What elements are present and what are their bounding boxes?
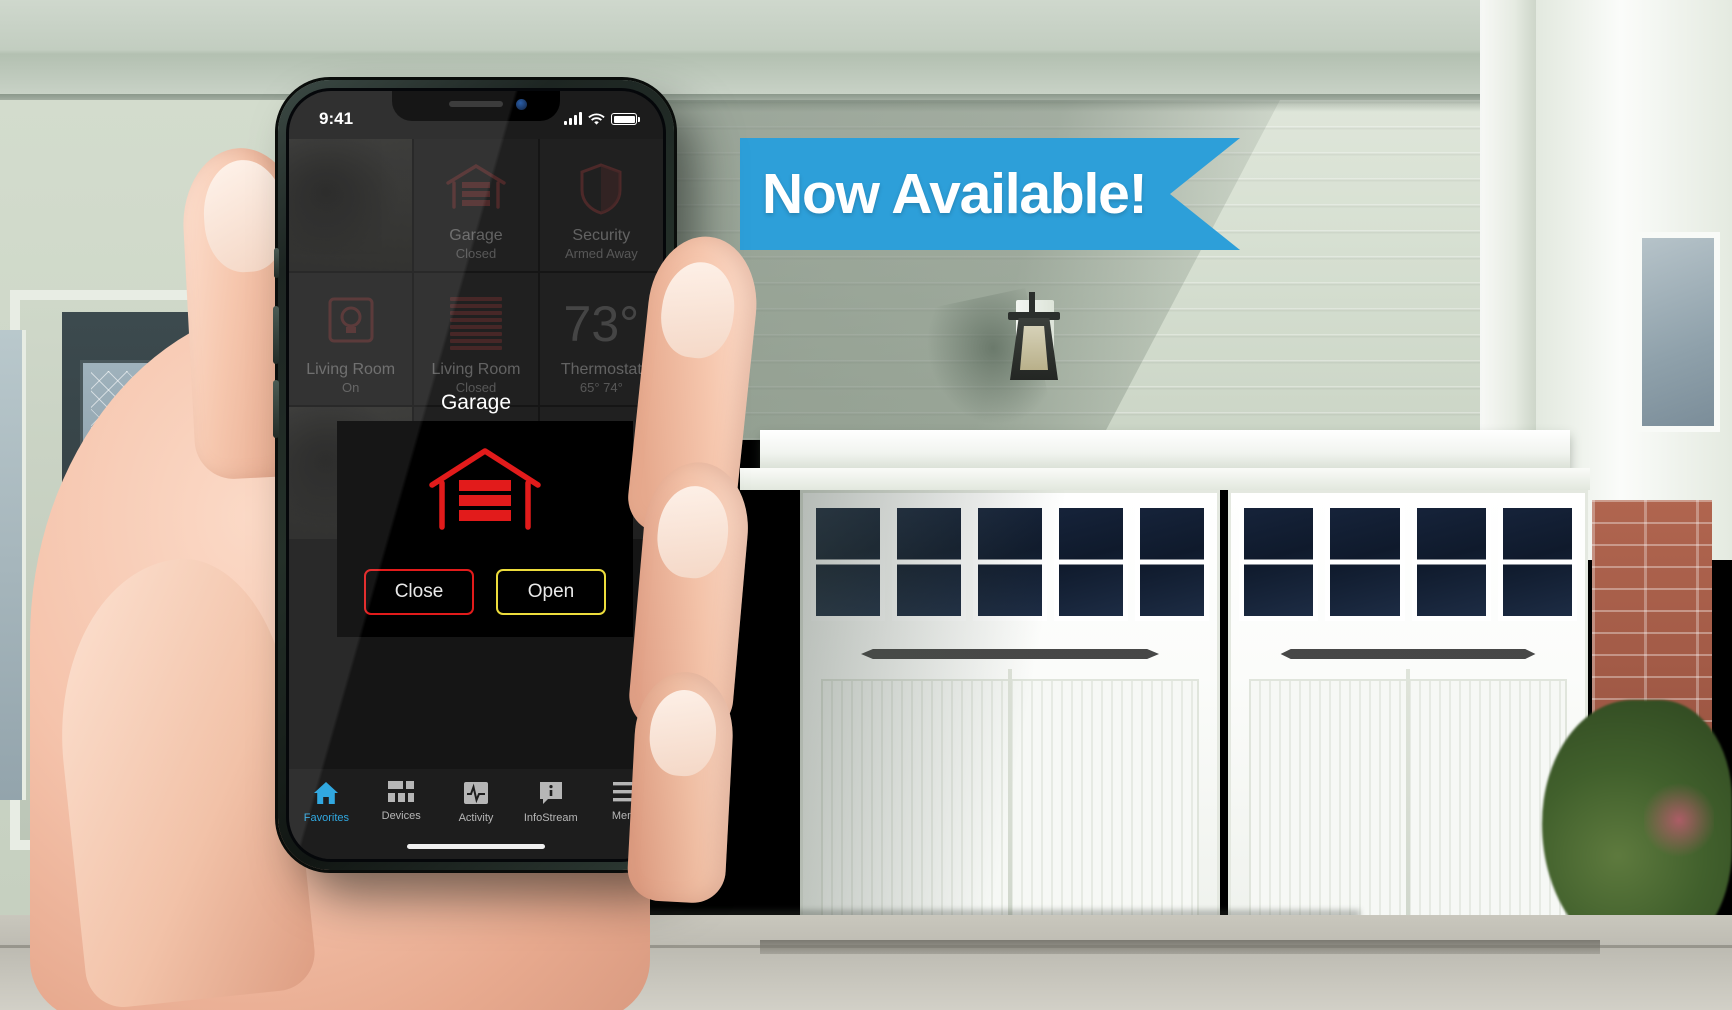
tile-camera-1[interactable]: [289, 139, 413, 271]
signal-bars-icon: [564, 112, 582, 125]
status-indicators: [564, 112, 640, 126]
tile-thermostat[interactable]: 73° Thermostat 65° 74°: [539, 273, 663, 405]
hamburger-icon: [612, 782, 639, 802]
tab-label: Favorites: [303, 812, 350, 824]
tab-favorites[interactable]: Favorites: [289, 781, 364, 824]
sidelight-window: [0, 330, 26, 800]
smartphone: 9:41 Garage Closed Security Armed Away L…: [273, 80, 679, 870]
tile-name: Garage: [449, 227, 503, 244]
mute-switch[interactable]: [274, 248, 279, 278]
tab-devices[interactable]: Devices: [364, 781, 439, 822]
tab-activity[interactable]: Activity: [439, 781, 514, 824]
volume-up-button[interactable]: [273, 306, 279, 364]
garage-window: [1239, 503, 1319, 621]
garage-window: [1411, 503, 1491, 621]
grid-icon: [388, 781, 415, 802]
garage-door-shadow: [800, 490, 1100, 950]
garage-door-icon: [426, 447, 544, 531]
tab-infostream[interactable]: InfoStream: [513, 781, 588, 824]
garage-header-trim: [740, 468, 1590, 490]
modal-buttons: Close Open: [364, 569, 606, 615]
info-bubble-icon: [539, 782, 562, 804]
garage-door-right: [1228, 490, 1588, 950]
wifi-icon: [588, 112, 605, 125]
garage-control-modal: Close Open: [337, 421, 633, 637]
tile-state: Closed: [455, 246, 497, 261]
garage-window-row: [1239, 503, 1577, 621]
garage-door-seam: [1406, 669, 1410, 937]
shrub-blossoms: [1644, 780, 1714, 860]
waveform-icon: [463, 782, 488, 804]
now-available-banner: Now Available!: [740, 138, 1240, 250]
battery-icon: [611, 113, 640, 125]
front-camera-icon: [516, 99, 527, 110]
tile-living-room-blinds[interactable]: Living Room Closed: [414, 273, 538, 405]
garage-door-hardware: [1280, 649, 1536, 659]
modal-title: Garage: [440, 391, 512, 414]
tab-label: Devices: [381, 810, 421, 822]
tab-menu[interactable]: Menu: [588, 781, 663, 822]
driveway: [0, 915, 1732, 1010]
home-icon: [314, 782, 339, 804]
tile-security[interactable]: Security Armed Away: [539, 139, 663, 271]
garage-icon: [445, 163, 507, 214]
blinds-icon: [449, 297, 502, 350]
tile-living-room-light[interactable]: Living Room On: [289, 273, 413, 405]
side-window: [1636, 232, 1720, 432]
garage-window: [1497, 503, 1577, 621]
status-time: 9:41: [319, 109, 354, 128]
tile-name: Security: [572, 227, 631, 244]
volume-down-button[interactable]: [273, 380, 279, 438]
open-button[interactable]: Open: [496, 569, 606, 615]
close-button[interactable]: Close: [364, 569, 474, 615]
earpiece-speaker: [449, 101, 503, 107]
tab-label: Activity: [458, 812, 494, 824]
thermostat-temperature: 73°: [563, 296, 640, 352]
close-button-label: Close: [394, 581, 444, 602]
tile-name: Living Room: [431, 361, 521, 378]
tile-state: Armed Away: [564, 246, 638, 261]
garage-header-beam: [760, 430, 1570, 472]
phone-bezel: 9:41 Garage Closed Security Armed Away L…: [286, 88, 666, 862]
roof-soffit: [0, 0, 1732, 104]
entry-door-glass: [80, 360, 192, 660]
shield-icon: [579, 163, 623, 220]
phone-screen: 9:41 Garage Closed Security Armed Away L…: [289, 91, 663, 859]
tab-label: InfoStream: [523, 812, 578, 824]
banner-label: Now Available!: [762, 161, 1148, 226]
garage-window: [1135, 503, 1209, 621]
tile-garage-1[interactable]: Garage Closed: [414, 139, 538, 271]
home-indicator[interactable]: [407, 844, 545, 849]
light-icon: [328, 297, 374, 348]
tile-name: Thermostat: [560, 361, 642, 378]
lantern-glass: [1020, 326, 1048, 370]
power-button[interactable]: [673, 338, 679, 424]
garage-window: [1325, 503, 1405, 621]
driveway-seam: [0, 945, 1732, 948]
open-button-label: Open: [527, 581, 575, 602]
tab-label: Menu: [611, 810, 640, 822]
tile-name: Living Room: [306, 361, 396, 378]
scene: Now Available! 9:41 Garage Closed Securi…: [0, 0, 1732, 1010]
